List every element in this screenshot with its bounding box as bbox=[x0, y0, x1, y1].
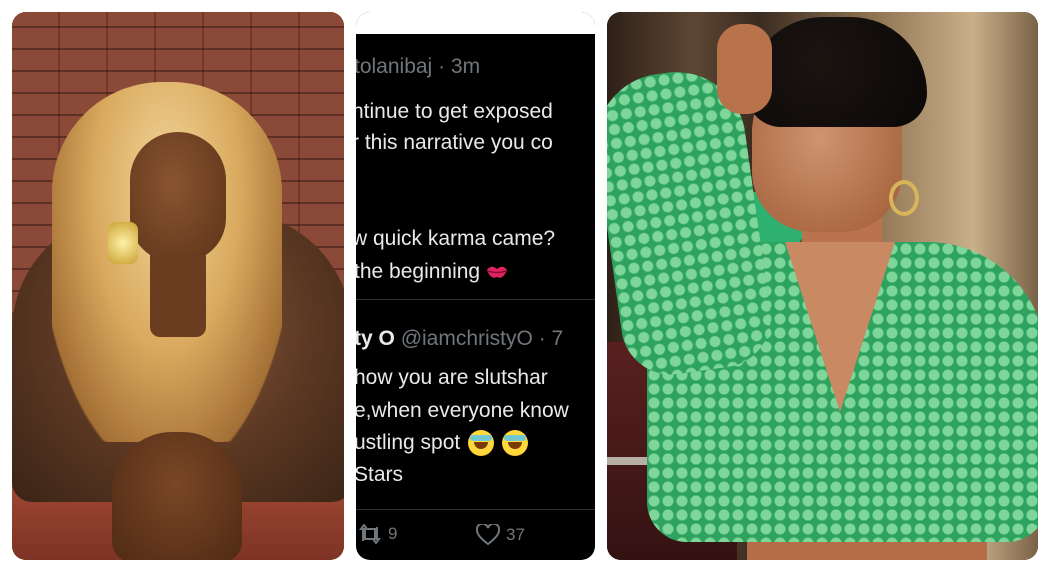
left-photo bbox=[12, 12, 344, 560]
reply-line-2: e,when everyone know bbox=[356, 399, 569, 422]
tweet-line-1: ntinue to get exposed bbox=[356, 100, 553, 123]
reply-display-name[interactable]: ty O bbox=[356, 327, 395, 350]
reply-header: ty O @iamchristyO · 7 bbox=[356, 327, 564, 350]
actions-divider bbox=[356, 509, 595, 510]
reply-line-4: Stars bbox=[356, 463, 404, 486]
reply-line-1: how you are slutshar bbox=[356, 366, 548, 389]
retweet-button[interactable]: 9 bbox=[358, 524, 397, 544]
reply-line-3: ustling spot bbox=[356, 431, 461, 454]
retweet-icon bbox=[359, 524, 381, 544]
heart-icon bbox=[476, 524, 500, 546]
reply-time: 7 bbox=[551, 327, 564, 350]
hands bbox=[112, 432, 242, 560]
face bbox=[130, 132, 226, 262]
reply-line-3-wrap: ustling spot bbox=[356, 430, 528, 457]
kiss-mark-icon bbox=[486, 267, 507, 279]
tweet-divider bbox=[356, 299, 595, 300]
screenshot-top-bar bbox=[356, 12, 595, 34]
rolling-laughing-emoji-icon bbox=[468, 430, 495, 457]
right-photo bbox=[607, 12, 1038, 560]
like-button[interactable]: 37 bbox=[476, 524, 525, 546]
retweet-count: 9 bbox=[388, 524, 398, 543]
earring bbox=[108, 222, 138, 264]
tweet-header: tolanibaj · 3m bbox=[356, 55, 481, 78]
hoop-earring bbox=[889, 180, 919, 216]
like-count: 37 bbox=[506, 525, 525, 544]
tweet-line-4: the beginning bbox=[356, 260, 481, 283]
tweet-time: 3m bbox=[450, 55, 481, 78]
tweet-handle[interactable]: tolanibaj bbox=[356, 55, 432, 78]
tweet-screenshot: tolanibaj · 3m ntinue to get exposed r t… bbox=[356, 12, 595, 560]
tweet-line-3: w quick karma came? bbox=[356, 227, 556, 250]
rolling-laughing-emoji-icon bbox=[501, 430, 528, 457]
hand bbox=[717, 24, 772, 114]
tweet-line-4-wrap: the beginning bbox=[356, 259, 508, 284]
tweet-line-2: r this narrative you co bbox=[356, 131, 553, 154]
reply-handle[interactable]: @iamchristyO bbox=[401, 327, 533, 350]
